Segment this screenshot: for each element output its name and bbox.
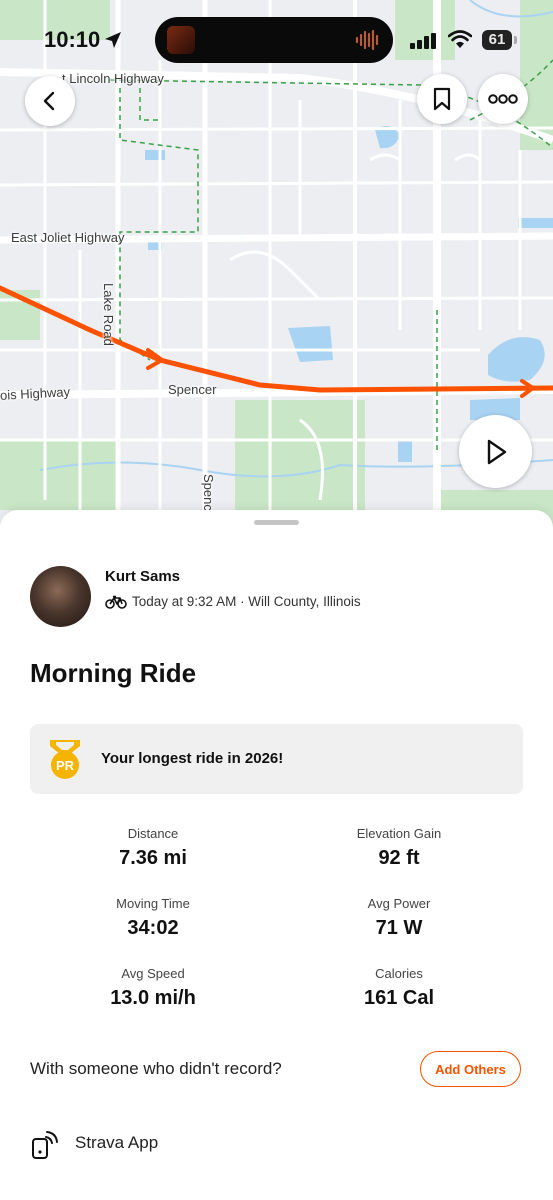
stat-label: Distance xyxy=(127,826,179,841)
activity-meta: Today at 9:32 AM · Will County, Illinois xyxy=(105,594,361,609)
stat-label: Avg Power xyxy=(367,896,431,911)
stat-avg-power: Avg Power 71 W xyxy=(299,896,499,940)
stat-avg-speed: Avg Speed 13.0 mi/h xyxy=(53,966,253,1010)
athlete-name[interactable]: Kurt Sams xyxy=(105,568,180,585)
dynamic-island[interactable] xyxy=(155,17,393,63)
stat-label: Avg Speed xyxy=(121,966,185,981)
stat-value: 34:02 xyxy=(127,917,179,939)
stat-elevation-gain: Elevation Gain 92 ft xyxy=(299,826,499,870)
sheet-drag-handle[interactable] xyxy=(254,520,299,525)
now-playing-artwork xyxy=(167,26,195,54)
battery-indicator: 61 xyxy=(482,30,512,50)
wifi-icon xyxy=(448,30,472,48)
more-icon xyxy=(488,94,518,104)
cellular-signal-icon xyxy=(410,33,436,49)
map-label-spencer-road: Spenc xyxy=(201,474,216,511)
pr-medal-icon: PR xyxy=(50,740,80,779)
stat-value: 7.36 mi xyxy=(119,847,187,869)
stat-moving-time: Moving Time 34:02 xyxy=(53,896,253,940)
chevron-left-icon xyxy=(43,91,55,111)
stat-label: Calories xyxy=(375,966,423,981)
avatar[interactable] xyxy=(30,566,91,627)
map-label-east-joliet-highway: East Joliet Highway xyxy=(11,230,125,245)
status-time: 10:10 xyxy=(44,27,101,52)
stat-value: 71 W xyxy=(375,917,423,939)
activity-title: Morning Ride xyxy=(30,658,197,688)
location-arrow-icon xyxy=(105,32,121,48)
stat-value: 92 ft xyxy=(378,847,420,869)
add-others-button[interactable]: Add Others xyxy=(420,1051,521,1087)
activity-sheet: Kurt Sams Today at 9:32 AM · Will County… xyxy=(0,510,553,1200)
map-label-lake-road: Lake Road xyxy=(101,283,116,346)
bookmark-icon xyxy=(433,87,451,111)
status-bar: 10:10 61 xyxy=(0,0,553,70)
battery-level: 61 xyxy=(488,31,506,48)
with-others-prompt: With someone who didn't record? xyxy=(30,1059,282,1078)
activity-time-location: Today at 9:32 AM · Will County, Illinois xyxy=(132,594,361,609)
stat-label: Elevation Gain xyxy=(356,826,442,841)
more-options-button[interactable] xyxy=(478,74,528,124)
achievement-card[interactable]: PR Your longest ride in 2026! xyxy=(30,724,523,794)
play-icon xyxy=(487,439,506,464)
map-label-lincoln-highway: t Lincoln Highway xyxy=(62,71,164,86)
stat-label: Moving Time xyxy=(116,896,190,911)
bicycle-icon xyxy=(105,595,127,609)
audio-waveform-icon xyxy=(355,29,379,51)
achievement-text: Your longest ride in 2026! xyxy=(101,750,284,767)
stat-value: 13.0 mi/h xyxy=(110,987,196,1009)
back-button[interactable] xyxy=(25,76,75,126)
stat-distance: Distance 7.36 mi xyxy=(53,826,253,870)
bookmark-button[interactable] xyxy=(417,74,467,124)
play-flyover-button[interactable] xyxy=(459,415,532,488)
device-icon xyxy=(32,1131,58,1159)
battery-nub xyxy=(514,36,517,44)
map-label-spencer: Spencer xyxy=(168,382,217,397)
stat-calories: Calories 161 Cal xyxy=(299,966,499,1010)
pr-badge-text: PR xyxy=(56,758,75,773)
stat-value: 161 Cal xyxy=(363,987,435,1009)
recording-device: Strava App xyxy=(75,1133,159,1152)
